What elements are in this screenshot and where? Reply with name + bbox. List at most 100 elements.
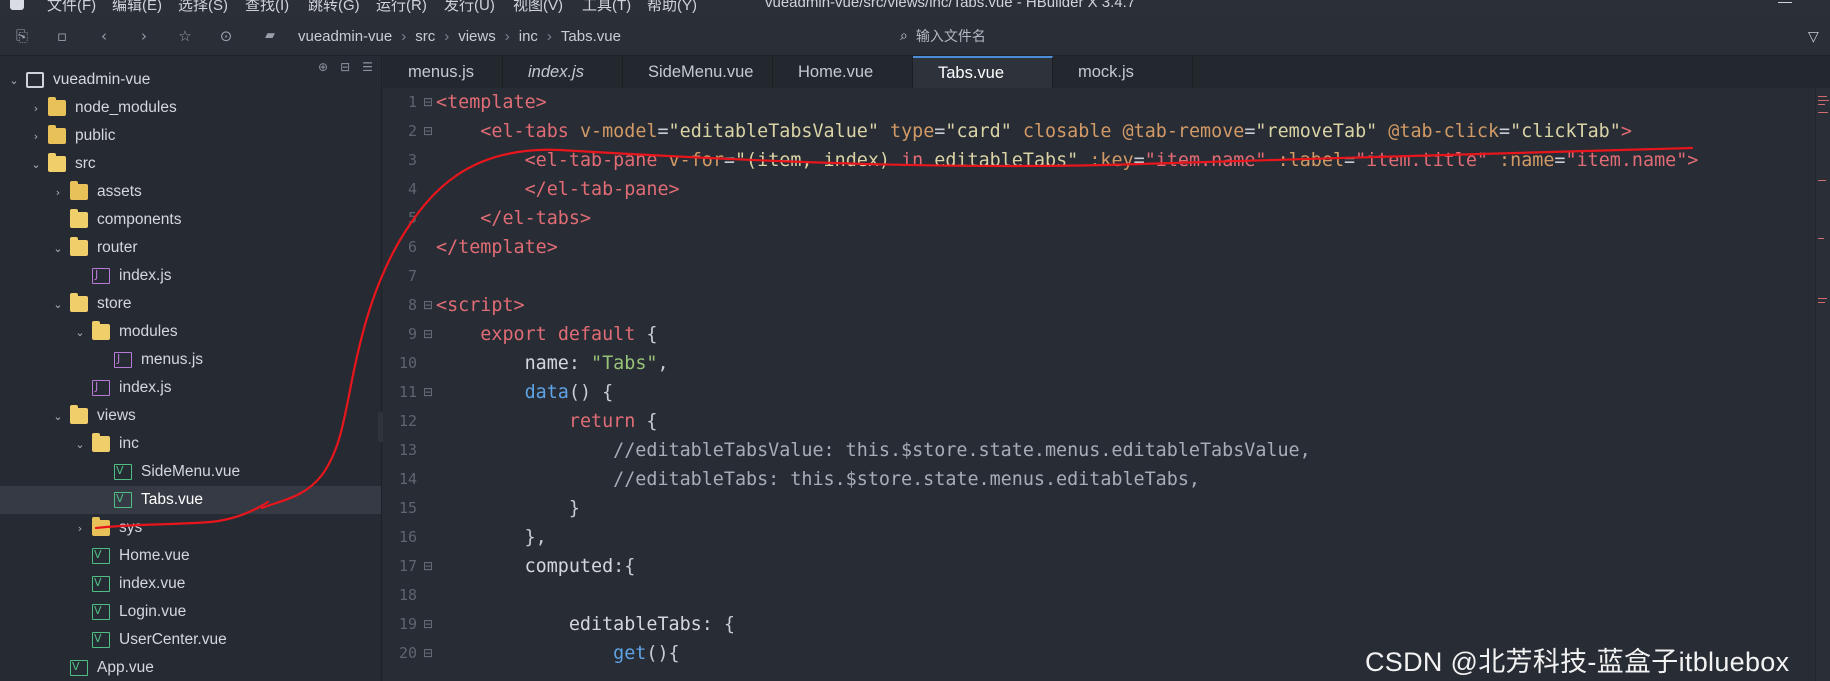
chevron-right-icon[interactable]: › — [30, 102, 42, 115]
code-token: closable — [1022, 121, 1112, 142]
run-icon[interactable]: ⊙ — [218, 28, 234, 44]
code-token: <el-tabs — [480, 121, 569, 142]
tree-item[interactable]: index.js — [0, 262, 381, 290]
save-icon[interactable]: ▫ — [54, 28, 70, 44]
menu-tools[interactable]: 工具(T) — [582, 0, 631, 15]
chevron-down-icon[interactable]: ⌄ — [74, 326, 86, 339]
tree-item[interactable]: index.vue — [0, 570, 381, 598]
editor-tab[interactable]: mock.js — [1053, 56, 1193, 88]
code-token: (){ — [646, 643, 680, 664]
chevron-down-icon[interactable]: ⌄ — [52, 298, 64, 311]
menu-select[interactable]: 选择(S) — [178, 0, 228, 15]
fold-toggle-icon[interactable]: ⊟ — [423, 88, 433, 117]
fold-toggle-icon[interactable]: ⊟ — [423, 552, 433, 581]
breadcrumb-item[interactable]: Tabs.vue — [561, 28, 621, 45]
tree-item[interactable]: index.js — [0, 374, 381, 402]
tree-item[interactable]: ⌄ store — [0, 290, 381, 318]
code-text: //editableTabsValue: this.$store.state.m… — [436, 436, 1311, 465]
line-number: 18 — [398, 586, 417, 604]
menu-find[interactable]: 查找(I) — [245, 0, 289, 15]
tree-item[interactable]: Home.vue — [0, 542, 381, 570]
tree-item[interactable]: ⌄ vueadmin-vue — [0, 66, 381, 94]
menu-edit[interactable]: 编辑(E) — [112, 0, 162, 15]
tree-item[interactable]: menus.js — [0, 346, 381, 374]
forward-icon[interactable]: › — [136, 28, 152, 44]
chevron-down-icon[interactable]: ⌄ — [30, 158, 42, 171]
code-token: </el-tabs> — [480, 208, 592, 229]
code-token: @tab-click — [1388, 121, 1500, 142]
fold-toggle-icon[interactable]: ⊟ — [423, 378, 433, 407]
menu-run[interactable]: 运行(R) — [376, 0, 427, 15]
tree-item[interactable]: › sys — [0, 514, 381, 542]
code-text: //editableTabs: this.$store.state.menus.… — [436, 465, 1200, 494]
code-text: }, — [436, 523, 547, 552]
fold-toggle-icon[interactable]: ⊟ — [423, 291, 433, 320]
menu-publish[interactable]: 发行(U) — [444, 0, 495, 15]
line-number: 4 — [407, 180, 417, 198]
breadcrumb-item[interactable]: inc — [519, 28, 538, 45]
chevron-down-icon[interactable]: ⌄ — [74, 438, 86, 451]
code-line: 7 — [383, 262, 1830, 291]
editor-tab[interactable]: Tabs.vue — [913, 56, 1053, 88]
breadcrumb-item[interactable]: views — [458, 28, 496, 45]
menu-help[interactable]: 帮助(Y) — [647, 0, 697, 15]
menu-view[interactable]: 视图(V) — [513, 0, 563, 15]
fold-toggle-icon[interactable]: ⊟ — [423, 320, 433, 349]
folder-icon — [48, 125, 66, 144]
project-icon — [26, 72, 44, 88]
tree-item[interactable]: Tabs.vue — [0, 486, 381, 514]
tree-item[interactable]: ⌄ views — [0, 402, 381, 430]
filter-icon[interactable]: ▽ — [1808, 28, 1819, 45]
breadcrumb-item[interactable]: vueadmin-vue — [298, 28, 392, 45]
file-search-input[interactable] — [915, 27, 1216, 44]
code-line: 15 } — [383, 494, 1830, 523]
tree-item[interactable]: › public — [0, 122, 381, 150]
minimap-scrollbar[interactable] — [1815, 88, 1830, 681]
tree-item-label: sys — [119, 519, 143, 536]
chevron-right-icon[interactable]: › — [52, 186, 64, 199]
tree-item[interactable]: › assets — [0, 178, 381, 206]
tree-item[interactable]: › node_modules — [0, 94, 381, 122]
tree-item[interactable]: components — [0, 206, 381, 234]
fold-toggle-icon[interactable]: ⊟ — [423, 117, 433, 146]
code-editor[interactable]: 1 ⊟ <template> 2 ⊟ <el-tabs v-model="editabl… — [383, 88, 1830, 681]
tree-item[interactable]: ⌄ inc — [0, 430, 381, 458]
fold-toggle-icon[interactable]: ⊟ — [423, 610, 433, 639]
chevron-down-icon[interactable]: ⌄ — [8, 74, 20, 87]
chevron-right-icon[interactable]: › — [30, 130, 42, 143]
code-token: "item.name" — [1565, 150, 1688, 171]
editor-tab[interactable]: SideMenu.vue — [623, 56, 773, 88]
fold-toggle-icon[interactable]: ⊟ — [423, 639, 433, 668]
tree-item-label: Home.vue — [119, 547, 190, 564]
line-number: 2 — [407, 122, 417, 140]
chevron-down-icon[interactable]: ⌄ — [52, 410, 64, 423]
menu-goto[interactable]: 跳转(G) — [308, 0, 360, 15]
back-icon[interactable]: ‹ — [96, 28, 112, 44]
chevron-down-icon[interactable]: ⌄ — [52, 242, 64, 255]
code-token: () { — [568, 382, 614, 403]
menu-file[interactable]: 文件(F) — [47, 0, 96, 15]
editor-tab[interactable]: menus.js — [383, 56, 503, 88]
breadcrumb-item[interactable]: src — [415, 28, 435, 45]
star-icon[interactable]: ☆ — [177, 28, 193, 44]
tree-item[interactable]: UserCenter.vue — [0, 626, 381, 654]
editor-tab[interactable]: index.js — [503, 56, 623, 88]
chevron-right-icon[interactable]: › — [74, 522, 86, 535]
tree-item[interactable]: App.vue — [0, 654, 381, 681]
js-icon — [114, 352, 132, 368]
tree-item[interactable]: SideMenu.vue — [0, 458, 381, 486]
tree-item[interactable]: ⌄ modules — [0, 318, 381, 346]
code-line: 19 ⊟ editableTabs: { — [383, 610, 1830, 639]
tree-item[interactable]: Login.vue — [0, 598, 381, 626]
editor-tab[interactable]: Home.vue — [773, 56, 913, 88]
code-token: <script> — [436, 295, 525, 316]
menu-bar: 文件(F) 编辑(E) 选择(S) 查找(I) 跳转(G) 运行(R) 发行(U… — [0, 0, 1830, 16]
tree-item[interactable]: ⌄ router — [0, 234, 381, 262]
minimize-button[interactable] — [1778, 2, 1792, 3]
new-file-icon[interactable]: ⎘ — [14, 28, 30, 44]
tree-item[interactable]: ⌄ src — [0, 150, 381, 178]
